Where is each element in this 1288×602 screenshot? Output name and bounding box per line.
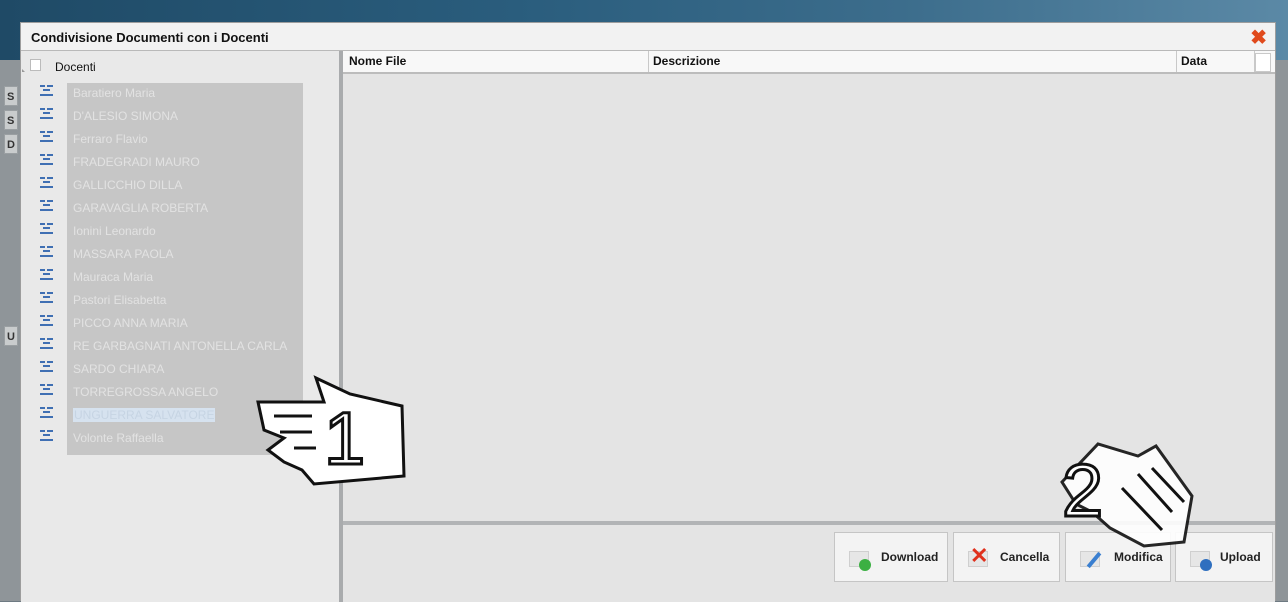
teacher-list-item[interactable]: MASSARA PAOLA xyxy=(21,244,321,267)
teacher-name: SARDO CHIARA xyxy=(73,362,165,376)
teacher-name: MASSARA PAOLA xyxy=(73,247,174,261)
column-header-nome-file[interactable]: Nome File xyxy=(345,51,649,72)
download-icon xyxy=(849,547,873,571)
hand-pointer-callout-2: 2 xyxy=(1052,438,1202,548)
edit-pencil-icon xyxy=(1080,547,1104,571)
teacher-icon xyxy=(40,292,53,304)
teacher-name: D'ALESIO SIMONA xyxy=(73,109,178,123)
teacher-list-item[interactable]: Mauraca Maria xyxy=(21,267,321,290)
teacher-icon xyxy=(40,407,53,419)
close-icon[interactable]: ✖ xyxy=(1250,25,1267,50)
teacher-name: Ionini Leonardo xyxy=(73,224,156,238)
hand-pointer-callout-1: 1 xyxy=(254,372,414,492)
teacher-name: Ferraro Flavio xyxy=(73,132,148,146)
modifica-label: Modifica xyxy=(1114,550,1163,564)
teacher-list-item[interactable]: PICCO ANNA MARIA xyxy=(21,313,321,336)
step-number-1: 1 xyxy=(322,397,366,480)
teacher-name: GARAVAGLIA ROBERTA xyxy=(73,201,209,215)
tree-root-label: Docenti xyxy=(55,60,96,74)
teacher-name: Volonte Raffaella xyxy=(73,431,164,445)
teacher-name: Mauraca Maria xyxy=(73,270,154,284)
teachers-tree-panel: Docenti Baratiero Maria D'ALESIO SIMONA Fe… xyxy=(21,51,343,602)
folder-icon xyxy=(30,59,41,71)
background-label: S xyxy=(4,86,18,106)
teacher-list-item[interactable]: Ionini Leonardo xyxy=(21,221,321,244)
teacher-list-item[interactable]: Baratiero Maria xyxy=(21,83,321,106)
dialog-titlebar: Condivisione Documenti con i Docenti ✖ xyxy=(21,23,1275,51)
background-right-strip xyxy=(1276,60,1288,601)
teacher-icon xyxy=(40,200,53,212)
tree-root-docenti[interactable]: Docenti xyxy=(21,57,321,74)
teacher-icon xyxy=(40,430,53,442)
teacher-name: PICCO ANNA MARIA xyxy=(73,316,188,330)
teacher-name: UNGUERRA SALVATORE xyxy=(73,408,216,422)
column-header-data[interactable]: Data xyxy=(1177,51,1255,72)
column-header-descrizione[interactable]: Descrizione xyxy=(649,51,1177,72)
dialog-title: Condivisione Documenti con i Docenti xyxy=(31,30,269,45)
download-label: Download xyxy=(881,550,939,564)
teacher-name: GALLICCHIO DILLA xyxy=(73,178,183,192)
teacher-list-item[interactable]: Ferraro Flavio xyxy=(21,129,321,152)
background-label: U xyxy=(4,326,18,346)
background-left-strip: S S D U xyxy=(0,60,22,601)
teacher-list-item[interactable]: GARAVAGLIA ROBERTA xyxy=(21,198,321,221)
expand-caret-icon[interactable] xyxy=(22,69,25,72)
background-label: S xyxy=(4,110,18,130)
teacher-list-item[interactable]: FRADEGRADI MAURO xyxy=(21,152,321,175)
teacher-list-item[interactable]: RE GARBAGNATI ANTONELLA CARLA xyxy=(21,336,321,359)
delete-icon: ✕ xyxy=(968,543,989,568)
background-label: D xyxy=(4,134,18,154)
teacher-icon xyxy=(40,154,53,166)
teacher-icon xyxy=(40,85,53,97)
teacher-list-item[interactable]: Pastori Elisabetta xyxy=(21,290,321,313)
cancella-button[interactable]: ✕ Cancella xyxy=(953,532,1060,582)
step-number-2: 2 xyxy=(1060,449,1104,532)
teacher-list-item[interactable]: D'ALESIO SIMONA xyxy=(21,106,321,129)
teacher-name: Pastori Elisabetta xyxy=(73,293,167,307)
teacher-name: TORREGROSSA ANGELO xyxy=(73,385,219,399)
teacher-name: Baratiero Maria xyxy=(73,86,156,100)
teacher-icon xyxy=(40,269,53,281)
table-header: Nome File Descrizione Data xyxy=(343,51,1275,74)
teacher-icon xyxy=(40,361,53,373)
teacher-icon xyxy=(40,315,53,327)
teacher-icon xyxy=(40,223,53,235)
teacher-icon xyxy=(40,246,53,258)
scrollbar-corner xyxy=(1255,53,1271,72)
teacher-name: FRADEGRADI MAURO xyxy=(73,155,200,169)
upload-label: Upload xyxy=(1220,550,1261,564)
teacher-icon xyxy=(40,177,53,189)
teacher-icon xyxy=(40,108,53,120)
teacher-icon xyxy=(40,338,53,350)
teacher-icon xyxy=(40,384,53,396)
upload-icon xyxy=(1190,547,1214,571)
teacher-list-item[interactable]: GALLICCHIO DILLA xyxy=(21,175,321,198)
teacher-icon xyxy=(40,131,53,143)
download-button[interactable]: Download xyxy=(834,532,948,582)
teacher-name: RE GARBAGNATI ANTONELLA CARLA xyxy=(73,339,288,353)
cancella-label: Cancella xyxy=(1000,550,1050,564)
